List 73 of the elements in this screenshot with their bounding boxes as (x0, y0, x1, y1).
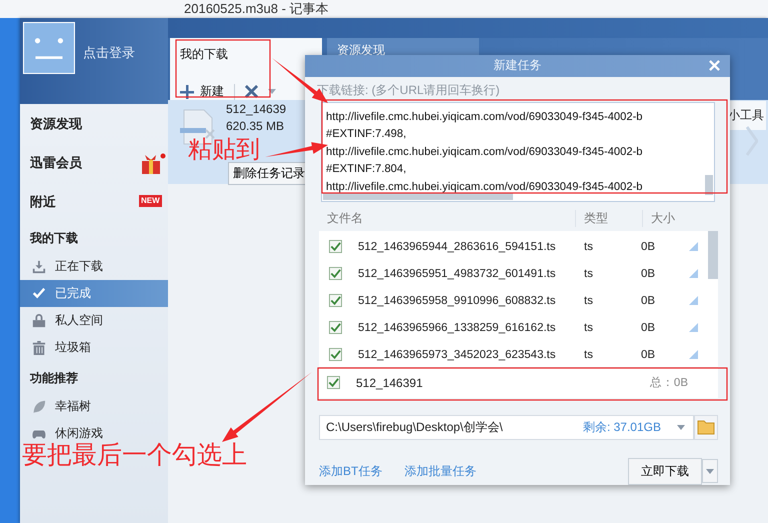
file-type: ts (584, 268, 594, 280)
total-size: 总：0B (650, 376, 688, 390)
file-name: 512_1463965951_4983732_601491.ts (358, 268, 557, 280)
annotation-text: 粘贴到 (188, 136, 260, 162)
triangle-icon (689, 242, 698, 252)
file-size: 0B (641, 348, 656, 361)
file-name: 512_1463965973_3452023_623543.ts (358, 348, 557, 361)
sidebar-item[interactable]: 正在下载 (20, 253, 168, 280)
task-size: 620.35 MB (226, 119, 286, 133)
checked-checkbox[interactable] (329, 321, 342, 334)
lock-icon (32, 314, 46, 328)
triangle-icon (689, 269, 698, 278)
plus-icon (180, 84, 194, 98)
checked-checkbox[interactable] (329, 267, 342, 280)
gift-icon (140, 153, 166, 175)
avatar-icon (23, 22, 75, 74)
download-button[interactable]: 立即下载 (628, 458, 702, 485)
triangle-icon (689, 296, 698, 306)
leaf-icon (32, 400, 46, 414)
checked-checkbox[interactable] (329, 240, 342, 254)
dialog-title: 新建任务 (494, 57, 542, 74)
free-space: 剩余: 37.01GB (582, 418, 661, 436)
new-task-button[interactable]: 新建 (180, 83, 224, 100)
download-icon (32, 260, 46, 274)
checked-checkbox[interactable] (329, 294, 342, 308)
close-icon[interactable] (709, 60, 720, 71)
triangle-icon (689, 323, 698, 332)
file-size: 0B (641, 294, 656, 307)
folder-name: 512_146391 (356, 376, 424, 390)
dropdown-button[interactable] (702, 459, 718, 484)
file-type: ts (584, 240, 594, 253)
caret-icon (706, 468, 714, 474)
file-type: ts (584, 294, 594, 307)
annotation-text: 要把最后一个勾选上 (22, 439, 247, 471)
file-size: 0B (641, 322, 656, 334)
scrollbar[interactable] (705, 174, 713, 195)
login-link[interactable]: 点击登录 (83, 44, 135, 62)
checked-checkbox[interactable] (329, 348, 342, 362)
file-size: 0B (641, 268, 656, 280)
column-header: 大小 (642, 210, 675, 227)
section-heading: 功能推荐 (29, 370, 79, 386)
scrollbar[interactable] (708, 231, 718, 280)
annotation-arrow (272, 58, 328, 103)
sidebar-item[interactable]: 已完成 (20, 280, 168, 307)
sidebar-item[interactable]: 私人空间 (20, 307, 168, 334)
column-header: 类型 (575, 210, 642, 227)
sidebar-item[interactable]: 垃圾箱 (20, 334, 168, 361)
file-name: 512_1463965966_1338259_616162.ts (358, 322, 557, 334)
save-path-field[interactable]: C:\Users\firebug\Desktop\创学会\ 剩余: 37.01GB (319, 414, 694, 440)
column-header: 文件名 (327, 210, 364, 227)
file-name: 512_1463965958_9910996_608832.ts (358, 294, 557, 307)
sidebar-item[interactable]: 附近 NEW (20, 182, 168, 221)
triangle-icon (689, 350, 698, 360)
new-badge: NEW (139, 195, 162, 207)
url-input-field[interactable]: http://livefile.cmc.hubei.yiqicam.com/vod/69033049-f345-4002-b #EXTINF:7.498, http://livefile.cmc.hubei.yiqicam.com/vod/69033049-f345-4002-b #EXTINF:7.804, http://livefile.cmc.hubei.yiqicam.com/vod/69033049-f345-4002-b (321, 102, 715, 202)
task-name: 512_14639 (226, 102, 286, 116)
check-icon (32, 286, 46, 300)
checked-checkbox[interactable] (327, 376, 340, 390)
caret-icon[interactable] (677, 424, 685, 430)
window-title: 20160525.m3u8 - 记事本 (184, 0, 329, 18)
folder-button[interactable] (694, 414, 718, 440)
trash-icon (32, 340, 46, 354)
file-size: 0B (641, 240, 656, 253)
annotation-arrow (265, 142, 328, 157)
file-type: ts (584, 348, 594, 361)
file-type: ts (584, 322, 594, 334)
file-name: 512_1463965944_2863616_594151.ts (358, 240, 557, 253)
delete-icon[interactable] (245, 85, 258, 98)
sidebar-item[interactable]: 资源发现 (20, 104, 168, 143)
section-heading: 我的下载 (28, 230, 79, 246)
caret-icon[interactable] (268, 89, 276, 94)
sidebar-item[interactable]: 幸福树 (20, 393, 168, 420)
sidebar-item[interactable]: 迅雷会员 (20, 143, 168, 182)
